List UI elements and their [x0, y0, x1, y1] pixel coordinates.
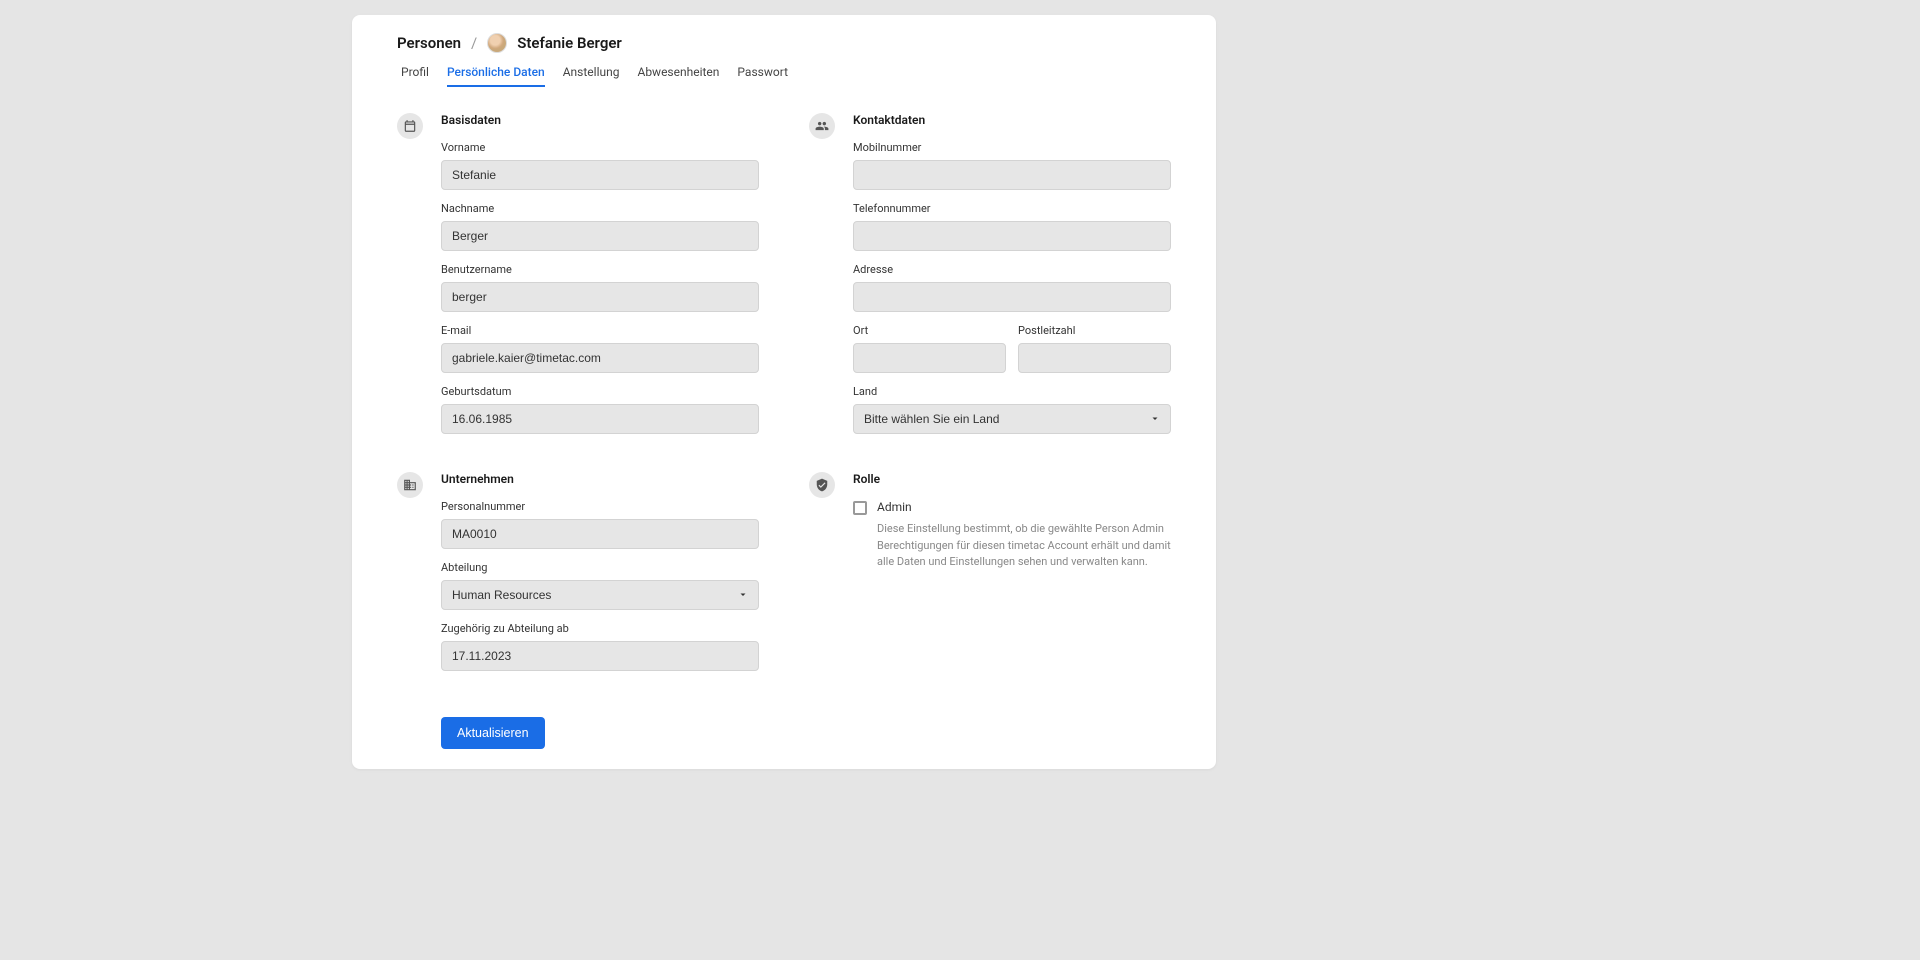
input-zugehoerig[interactable]	[441, 641, 759, 671]
label-plz: Postleitzahl	[1018, 324, 1171, 337]
building-icon	[397, 472, 423, 498]
section-title-unternehmen: Unternehmen	[441, 472, 759, 486]
section-rolle: Rolle Admin Diese Einstellung bestimmt, …	[809, 472, 1171, 571]
label-abteilung: Abteilung	[441, 561, 759, 574]
right-column: Kontaktdaten Mobilnummer Telefonnummer A…	[809, 113, 1171, 709]
input-adresse[interactable]	[853, 282, 1171, 312]
section-unternehmen: Unternehmen Personalnummer Abteilung	[397, 472, 759, 683]
update-button[interactable]: Aktualisieren	[441, 717, 545, 749]
people-icon	[809, 113, 835, 139]
label-adresse: Adresse	[853, 263, 1171, 276]
input-plz[interactable]	[1018, 343, 1171, 373]
label-zugehoerig: Zugehörig zu Abteilung ab	[441, 622, 759, 635]
form-columns: Basisdaten Vorname Nachname Benutzername	[397, 113, 1171, 709]
input-ort[interactable]	[853, 343, 1006, 373]
input-geburtsdatum[interactable]	[441, 404, 759, 434]
label-email: E-mail	[441, 324, 759, 337]
section-kontaktdaten: Kontaktdaten Mobilnummer Telefonnummer A…	[809, 113, 1171, 446]
input-mobil[interactable]	[853, 160, 1171, 190]
label-geburtsdatum: Geburtsdatum	[441, 385, 759, 398]
select-land[interactable]	[853, 404, 1171, 434]
tab-profil[interactable]: Profil	[401, 65, 429, 87]
label-nachname: Nachname	[441, 202, 759, 215]
calendar-icon	[397, 113, 423, 139]
left-column: Basisdaten Vorname Nachname Benutzername	[397, 113, 759, 709]
label-admin: Admin	[877, 500, 912, 514]
checkbox-admin[interactable]	[853, 501, 867, 515]
label-land: Land	[853, 385, 1171, 398]
label-ort: Ort	[853, 324, 1006, 337]
person-detail-card: Personen / Stefanie Berger Profil Persön…	[352, 15, 1216, 769]
helper-admin: Diese Einstellung bestimmt, ob die gewäh…	[877, 521, 1171, 571]
label-telefon: Telefonnummer	[853, 202, 1171, 215]
avatar	[487, 33, 507, 53]
select-abteilung[interactable]	[441, 580, 759, 610]
input-personalnummer[interactable]	[441, 519, 759, 549]
tab-anstellung[interactable]: Anstellung	[563, 65, 620, 87]
shield-check-icon	[809, 472, 835, 498]
breadcrumb-separator: /	[471, 34, 477, 52]
tab-abwesenheiten[interactable]: Abwesenheiten	[637, 65, 719, 87]
label-mobil: Mobilnummer	[853, 141, 1171, 154]
input-telefon[interactable]	[853, 221, 1171, 251]
input-nachname[interactable]	[441, 221, 759, 251]
section-basisdaten: Basisdaten Vorname Nachname Benutzername	[397, 113, 759, 446]
input-benutzername[interactable]	[441, 282, 759, 312]
input-email[interactable]	[441, 343, 759, 373]
tabs: Profil Persönliche Daten Anstellung Abwe…	[397, 65, 1171, 87]
breadcrumb: Personen / Stefanie Berger	[397, 33, 1171, 53]
tab-passwort[interactable]: Passwort	[737, 65, 788, 87]
breadcrumb-person-name: Stefanie Berger	[517, 34, 622, 52]
breadcrumb-root[interactable]: Personen	[397, 34, 461, 52]
input-vorname[interactable]	[441, 160, 759, 190]
label-vorname: Vorname	[441, 141, 759, 154]
section-title-basisdaten: Basisdaten	[441, 113, 759, 127]
section-title-rolle: Rolle	[853, 472, 1171, 486]
label-personalnummer: Personalnummer	[441, 500, 759, 513]
label-benutzername: Benutzername	[441, 263, 759, 276]
section-title-kontaktdaten: Kontaktdaten	[853, 113, 1171, 127]
tab-persoenliche-daten[interactable]: Persönliche Daten	[447, 65, 545, 87]
